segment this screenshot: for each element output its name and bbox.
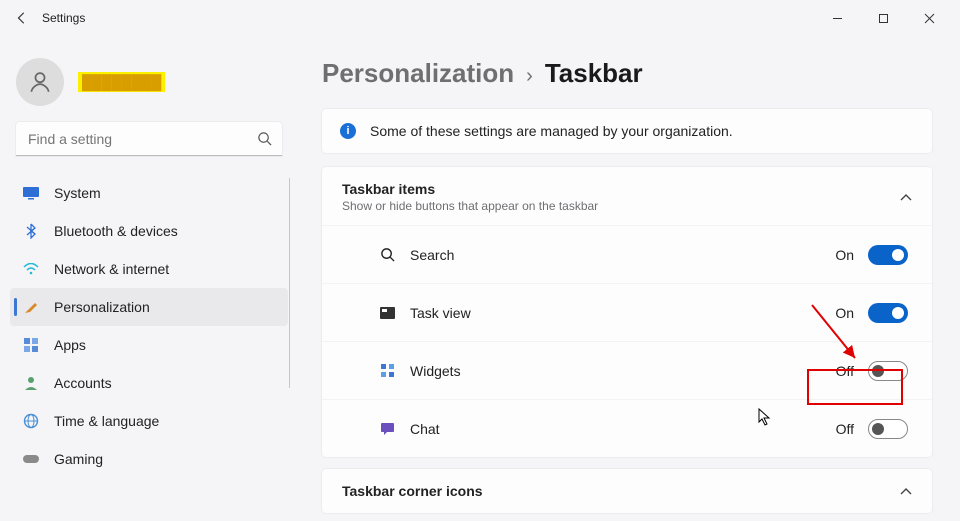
taskbar-items-section: Taskbar items Show or hide buttons that … — [322, 167, 932, 457]
avatar — [16, 58, 64, 106]
page-title: Taskbar — [545, 58, 643, 89]
sidebar-item-label: Network & internet — [54, 261, 169, 277]
row-label: Widgets — [410, 363, 461, 379]
banner-text: Some of these settings are managed by yo… — [370, 123, 733, 139]
section-title: Taskbar corner icons — [342, 483, 483, 499]
row-chat: Chat Off — [322, 399, 932, 457]
toggle-search[interactable] — [868, 245, 908, 265]
search-input[interactable] — [16, 122, 282, 156]
app-title: Settings — [42, 11, 85, 25]
row-label: Task view — [410, 305, 471, 321]
row-label: Search — [410, 247, 454, 263]
row-search: Search On — [322, 225, 932, 283]
nav: System Bluetooth & devices Network & int… — [10, 174, 288, 478]
wifi-icon — [22, 260, 40, 278]
breadcrumb-parent[interactable]: Personalization — [322, 58, 514, 89]
sidebar-item-system[interactable]: System — [10, 174, 288, 212]
toggle-chat[interactable] — [868, 419, 908, 439]
globe-clock-icon — [22, 412, 40, 430]
taskbar-corner-icons-section: Taskbar corner icons — [322, 469, 932, 513]
sidebar-item-label: Accounts — [54, 375, 112, 391]
row-widgets: Widgets Off — [322, 341, 932, 399]
sidebar-item-accounts[interactable]: Accounts — [10, 364, 288, 402]
search-icon — [378, 246, 396, 264]
widgets-icon — [378, 362, 396, 380]
section-header[interactable]: Taskbar corner icons — [322, 469, 932, 513]
titlebar: Settings — [0, 0, 960, 36]
sidebar-item-apps[interactable]: Apps — [10, 326, 288, 364]
gamepad-icon — [22, 450, 40, 468]
task-view-icon — [378, 304, 396, 322]
sidebar-item-label: Time & language — [54, 413, 159, 429]
sidebar-item-time-language[interactable]: Time & language — [10, 402, 288, 440]
info-icon: i — [340, 123, 356, 139]
username-redacted: ████████ — [78, 72, 165, 92]
sidebar-item-label: System — [54, 185, 101, 201]
apps-icon — [22, 336, 40, 354]
back-button[interactable] — [8, 4, 36, 32]
sidebar: ████████ System Bluetooth & devices Netw… — [0, 36, 298, 521]
chevron-up-icon — [900, 193, 912, 201]
display-icon — [22, 184, 40, 202]
org-managed-banner: i Some of these settings are managed by … — [322, 109, 932, 153]
content: Personalization › Taskbar i Some of thes… — [298, 36, 960, 521]
chat-icon — [378, 420, 396, 438]
section-title: Taskbar items — [342, 181, 598, 197]
toggle-state: Off — [836, 421, 854, 437]
sidebar-item-label: Bluetooth & devices — [54, 223, 178, 239]
sidebar-item-personalization[interactable]: Personalization — [10, 288, 288, 326]
sidebar-item-label: Apps — [54, 337, 86, 353]
close-button[interactable] — [906, 3, 952, 33]
scrollbar-track[interactable] — [289, 178, 290, 388]
sidebar-item-label: Personalization — [54, 299, 150, 315]
search-icon — [257, 131, 272, 146]
breadcrumb: Personalization › Taskbar — [322, 58, 932, 89]
toggle-task-view[interactable] — [868, 303, 908, 323]
section-subtitle: Show or hide buttons that appear on the … — [342, 199, 598, 213]
person-icon — [22, 374, 40, 392]
row-task-view: Task view On — [322, 283, 932, 341]
cursor-icon — [758, 408, 772, 426]
sidebar-item-gaming[interactable]: Gaming — [10, 440, 288, 478]
toggle-state: On — [835, 247, 854, 263]
toggle-state: On — [835, 305, 854, 321]
maximize-button[interactable] — [860, 3, 906, 33]
bluetooth-icon — [22, 222, 40, 240]
user-block[interactable]: ████████ — [10, 50, 288, 122]
row-label: Chat — [410, 421, 440, 437]
search-box[interactable] — [16, 122, 282, 156]
chevron-up-icon — [900, 487, 912, 495]
sidebar-item-bluetooth[interactable]: Bluetooth & devices — [10, 212, 288, 250]
paintbrush-icon — [22, 298, 40, 316]
minimize-button[interactable] — [814, 3, 860, 33]
section-header[interactable]: Taskbar items Show or hide buttons that … — [322, 167, 932, 225]
toggle-state: Off — [836, 363, 854, 379]
toggle-widgets[interactable] — [868, 361, 908, 381]
sidebar-item-label: Gaming — [54, 451, 103, 467]
chevron-right-icon: › — [526, 65, 533, 88]
sidebar-item-network[interactable]: Network & internet — [10, 250, 288, 288]
